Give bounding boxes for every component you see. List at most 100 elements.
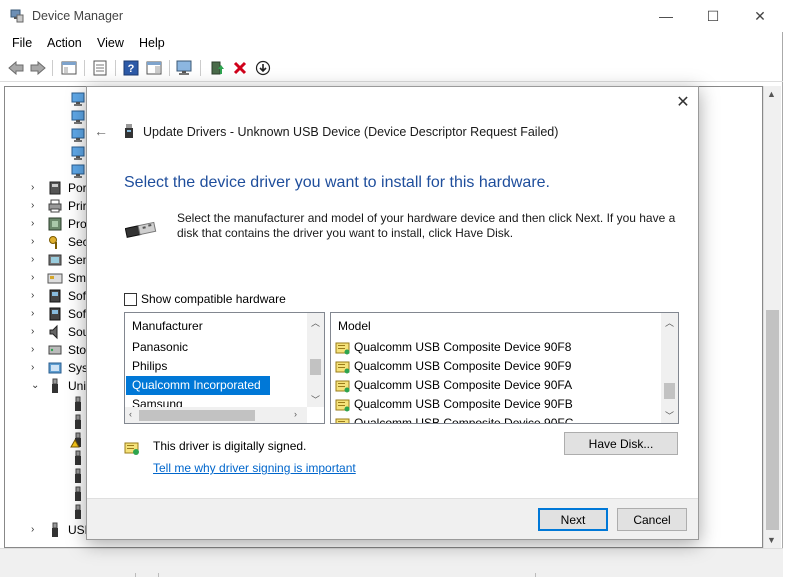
tree-item[interactable]: › Por: [5, 179, 87, 197]
menu-action[interactable]: Action: [47, 36, 82, 50]
chevron-up-icon[interactable]: ︿: [311, 316, 320, 329]
tree-item[interactable]: [5, 144, 85, 162]
scroll-thumb[interactable]: [766, 310, 779, 530]
scroll-thumb[interactable]: [139, 410, 255, 421]
scroll-thumb[interactable]: [664, 383, 675, 399]
scan-hardware-changes-icon[interactable]: [176, 59, 194, 77]
signed-driver-icon: [335, 342, 350, 355]
chevron-right-icon[interactable]: ›: [31, 272, 34, 283]
scroll-up-icon[interactable]: ▲: [767, 89, 776, 99]
show-compatible-label[interactable]: Show compatible hardware: [141, 292, 286, 306]
usb-icon: [75, 468, 81, 483]
tree-item[interactable]: [5, 431, 85, 449]
chevron-right-icon[interactable]: ›: [31, 182, 34, 193]
chevron-right-icon[interactable]: ›: [294, 409, 297, 419]
action-pane-icon[interactable]: [145, 59, 163, 77]
tree-item[interactable]: › Sof: [5, 287, 87, 305]
show-compatible-checkbox[interactable]: [124, 293, 137, 306]
tree-item[interactable]: [5, 467, 85, 485]
back-button[interactable]: ←: [94, 123, 110, 139]
driver-signing-link[interactable]: Tell me why driver signing is important: [153, 461, 356, 475]
tree-vertical-scrollbar[interactable]: ▲ ▼: [763, 86, 781, 548]
menu-file[interactable]: File: [12, 36, 32, 50]
chevron-down-icon[interactable]: ﹀: [311, 393, 320, 406]
chevron-right-icon[interactable]: ›: [31, 326, 34, 337]
model-vertical-scrollbar[interactable]: ︿ ﹀: [661, 313, 678, 423]
close-window-button[interactable]: ✕: [737, 0, 783, 32]
tree-item-label: Uni: [68, 379, 87, 393]
tree-item[interactable]: › Sys: [5, 359, 88, 377]
system-icon: [48, 362, 62, 374]
properties-icon[interactable]: [91, 59, 109, 77]
signed-driver-icon: [335, 361, 350, 374]
have-disk-button[interactable]: Have Disk...: [564, 432, 678, 455]
manufacturer-horizontal-scrollbar[interactable]: ‹ ›: [125, 407, 307, 423]
dialog-close-button[interactable]: ✕: [673, 93, 693, 113]
tree-item[interactable]: [5, 126, 85, 144]
tree-item-label: Sof: [68, 289, 87, 303]
tree-item[interactable]: [5, 108, 85, 126]
chevron-down-icon[interactable]: ⌄: [31, 380, 39, 391]
chevron-right-icon[interactable]: ›: [31, 218, 34, 229]
tree-item[interactable]: › Sou: [5, 323, 89, 341]
cancel-button[interactable]: Cancel: [617, 508, 687, 531]
usb-icon: [75, 504, 81, 519]
tree-item[interactable]: [5, 90, 85, 108]
tree-item[interactable]: [5, 413, 85, 431]
tree-item[interactable]: [5, 485, 85, 503]
chevron-left-icon[interactable]: ‹: [129, 409, 132, 419]
chevron-down-icon[interactable]: ﹀: [665, 409, 674, 422]
monitor-icon: [71, 128, 85, 142]
usb-device-icon: [125, 124, 133, 138]
scroll-down-icon[interactable]: ▼: [767, 535, 776, 545]
maximize-button[interactable]: ☐: [690, 0, 736, 32]
manufacturer-item[interactable]: Qualcomm Incorporated: [126, 376, 270, 395]
sound-icon: [49, 324, 58, 340]
chevron-right-icon[interactable]: ›: [31, 236, 34, 247]
tree-item-label: Por: [68, 181, 87, 195]
processor-icon: [48, 217, 62, 231]
help-icon[interactable]: ?: [122, 59, 140, 77]
back-arrow-icon[interactable]: [7, 59, 25, 77]
tree-item[interactable]: › Prir: [5, 197, 87, 215]
tree-item[interactable]: › Sto: [5, 341, 86, 359]
next-button[interactable]: Next: [538, 508, 608, 531]
minimize-button[interactable]: —: [643, 0, 689, 32]
menu-view[interactable]: View: [97, 36, 124, 50]
uninstall-device-icon[interactable]: [231, 59, 249, 77]
tree-item-label: Pro: [68, 217, 87, 231]
tree-item[interactable]: › Pro: [5, 215, 87, 233]
tree-item[interactable]: [5, 162, 85, 180]
scroll-thumb[interactable]: [310, 359, 321, 375]
tree-item[interactable]: › Sec: [5, 233, 89, 251]
tree-item[interactable]: › Sof: [5, 305, 86, 323]
chevron-up-icon[interactable]: ︿: [665, 316, 674, 329]
chevron-right-icon[interactable]: ›: [31, 362, 34, 373]
manufacturer-listbox[interactable]: Manufacturer Panasonic Philips Qualcomm In…: [124, 312, 325, 424]
tree-item[interactable]: [5, 503, 85, 521]
menu-help[interactable]: Help: [139, 36, 165, 50]
show-hide-console-tree-icon[interactable]: [60, 59, 78, 77]
model-listbox[interactable]: Model Qualcomm USB Composite Device 90F8…: [330, 312, 679, 424]
chevron-right-icon[interactable]: ›: [31, 254, 34, 265]
tree-item[interactable]: ⌄ Uni: [5, 377, 87, 395]
tree-item[interactable]: [5, 449, 85, 467]
toolbar-separator: [52, 60, 53, 76]
tree-item[interactable]: › Sma: [5, 269, 93, 287]
enable-device-icon[interactable]: [254, 59, 272, 77]
manufacturer-vertical-scrollbar[interactable]: ︿ ﹀: [307, 313, 324, 407]
manufacturer-item[interactable]: Panasonic: [126, 338, 301, 357]
monitor-icon: [71, 92, 85, 106]
chevron-right-icon[interactable]: ›: [31, 524, 34, 535]
forward-arrow-icon[interactable]: [29, 59, 47, 77]
update-driver-icon[interactable]: [208, 59, 226, 77]
chevron-right-icon[interactable]: ›: [31, 290, 34, 301]
chevron-right-icon[interactable]: ›: [31, 344, 34, 355]
tree-item[interactable]: › USB: [5, 521, 93, 539]
toolbar-separator: [84, 60, 85, 76]
tree-item[interactable]: [5, 395, 85, 413]
manufacturer-item[interactable]: Philips: [126, 357, 301, 376]
tree-item[interactable]: › Sen: [5, 251, 89, 269]
chevron-right-icon[interactable]: ›: [31, 200, 34, 211]
chevron-right-icon[interactable]: ›: [31, 308, 34, 319]
